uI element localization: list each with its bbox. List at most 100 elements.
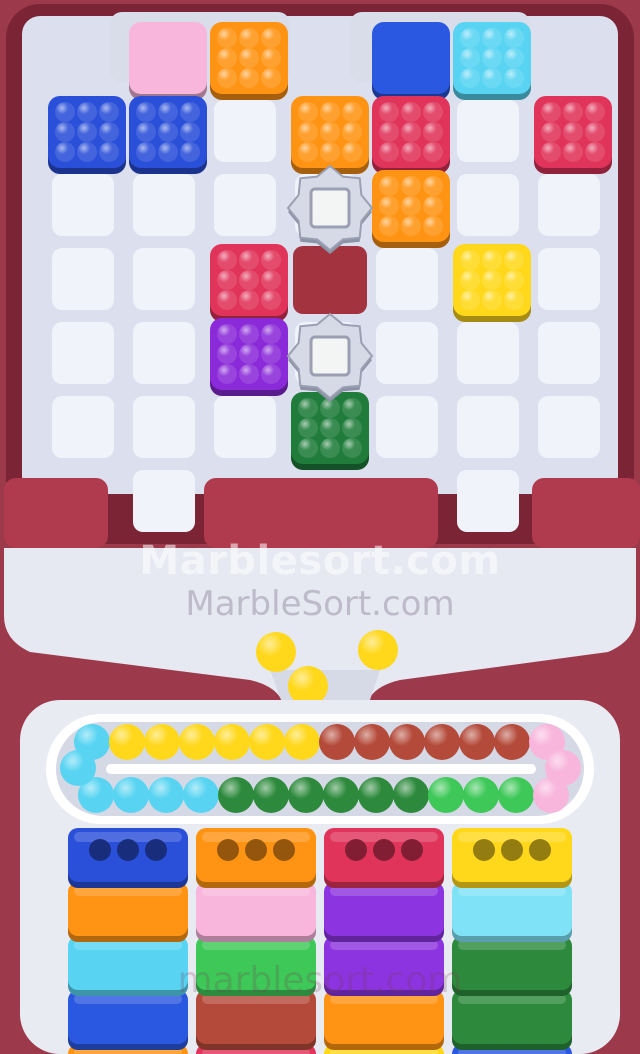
block-marble-shine xyxy=(239,324,259,344)
tray-column-2[interactable] xyxy=(196,828,316,1054)
block-marble-shine xyxy=(77,142,97,162)
block-blue[interactable] xyxy=(48,96,126,174)
block-marble-shine xyxy=(217,270,237,290)
grid-cell xyxy=(457,470,519,532)
block-body xyxy=(129,22,207,94)
ball-shine xyxy=(256,632,296,672)
block-marble-shine xyxy=(180,122,200,142)
block-marble-shine xyxy=(423,196,443,216)
block-marble-shine xyxy=(298,122,318,142)
tray-hole xyxy=(145,839,167,861)
ball-shine xyxy=(218,777,254,813)
block-pink[interactable] xyxy=(129,22,207,100)
block-marble-shine xyxy=(180,102,200,122)
block-marble-shine xyxy=(217,250,237,270)
block-green[interactable] xyxy=(291,392,369,470)
block-marble-shine xyxy=(504,250,524,270)
block-marble-shine xyxy=(379,102,399,122)
block-marble-shine xyxy=(563,102,583,122)
spinner-window xyxy=(309,335,351,377)
block-red[interactable] xyxy=(372,96,450,174)
block-marble-shine xyxy=(217,48,237,68)
block-marble-shine xyxy=(298,102,318,122)
ball-shine xyxy=(494,724,530,760)
block-marble-shine xyxy=(541,122,561,142)
grid-cell xyxy=(214,174,276,236)
grid-cell xyxy=(133,470,195,532)
block-marble-shine xyxy=(217,364,237,384)
ball-shine xyxy=(498,777,534,813)
ball-shine xyxy=(60,750,96,786)
grid-cell xyxy=(457,100,519,162)
block-marble-shine xyxy=(261,270,281,290)
block-royal[interactable] xyxy=(372,22,450,100)
ball-shine xyxy=(179,724,215,760)
grid-cell xyxy=(133,396,195,458)
dark-slot xyxy=(293,246,367,314)
grid-cell xyxy=(133,322,195,384)
ball-shine xyxy=(393,777,429,813)
block-marble-shine xyxy=(401,122,421,142)
tray-column-4[interactable] xyxy=(452,828,572,1054)
block-orange[interactable] xyxy=(210,22,288,100)
block-blue[interactable] xyxy=(129,96,207,174)
block-yellow[interactable] xyxy=(453,244,531,322)
tray-column-1[interactable] xyxy=(68,828,188,1054)
block-marble-shine xyxy=(423,216,443,236)
grid-cell xyxy=(376,248,438,310)
ball-shine xyxy=(323,777,359,813)
ball-shine xyxy=(358,777,394,813)
block-orange[interactable] xyxy=(291,96,369,174)
block-marble-shine xyxy=(261,68,281,88)
ball-shine xyxy=(459,724,495,760)
grid-cell xyxy=(52,396,114,458)
block-marble-shine xyxy=(239,250,259,270)
block-marble-shine xyxy=(460,28,480,48)
block-marble-shine xyxy=(77,102,97,122)
block-marble-shine xyxy=(261,48,281,68)
block-marble-shine xyxy=(563,142,583,162)
block-purple[interactable] xyxy=(210,318,288,396)
block-marble-shine xyxy=(239,270,259,290)
ball-shine xyxy=(253,777,289,813)
block-marble-shine xyxy=(239,28,259,48)
block-marble-shine xyxy=(401,196,421,216)
block-marble-shine xyxy=(423,176,443,196)
block-marble-shine xyxy=(99,142,119,162)
block-marble-shine xyxy=(298,398,318,418)
puzzle-board xyxy=(4,4,640,548)
ball-shine xyxy=(389,724,425,760)
spinner-gear[interactable] xyxy=(286,164,374,254)
tray-hole xyxy=(273,839,295,861)
block-marble-shine xyxy=(504,290,524,310)
block-marble-shine xyxy=(504,270,524,290)
block-marble-shine xyxy=(261,250,281,270)
block-marble-shine xyxy=(158,102,178,122)
block-orange[interactable] xyxy=(372,170,450,248)
tray-hole xyxy=(245,839,267,861)
ball-shine xyxy=(214,724,250,760)
tray-column-3[interactable] xyxy=(324,828,444,1054)
block-marble-shine xyxy=(342,398,362,418)
block-cyan[interactable] xyxy=(453,22,531,100)
tray-hole xyxy=(401,839,423,861)
block-marble-shine xyxy=(482,28,502,48)
block-marble-shine xyxy=(136,142,156,162)
block-marble-shine xyxy=(261,324,281,344)
block-marble-shine xyxy=(379,216,399,236)
block-marble-shine xyxy=(217,28,237,48)
block-marble-shine xyxy=(401,102,421,122)
block-red[interactable] xyxy=(210,244,288,322)
block-red[interactable] xyxy=(534,96,612,174)
spinner-gear[interactable] xyxy=(286,312,374,402)
game-screen: Marblesort.com MarbleSort.com marblesort… xyxy=(0,0,640,1054)
ball-shine xyxy=(545,750,581,786)
tray-hole xyxy=(89,839,111,861)
tray-hole xyxy=(345,839,367,861)
tray-hole xyxy=(117,839,139,861)
ball-shine xyxy=(183,777,219,813)
block-marble-shine xyxy=(379,176,399,196)
grid-cell xyxy=(457,322,519,384)
grid-cell xyxy=(214,100,276,162)
grid-cell xyxy=(457,174,519,236)
